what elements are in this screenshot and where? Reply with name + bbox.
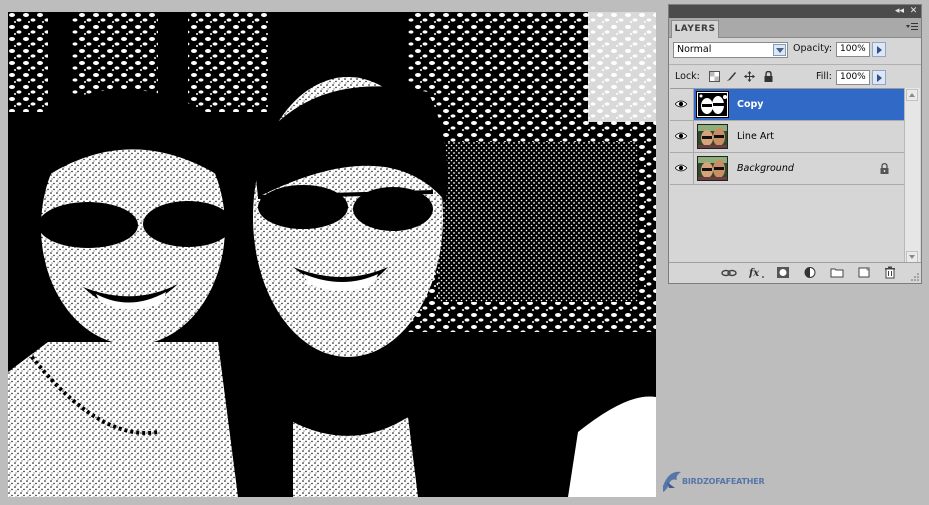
layer-row-background[interactable]: Background [670, 153, 904, 185]
lock-image-pixels-icon[interactable] [726, 71, 737, 82]
collapse-icon[interactable]: ◂◂ [894, 6, 905, 16]
layer-row-line-art[interactable]: Line Art [670, 121, 904, 153]
lock-position-icon[interactable] [744, 71, 755, 82]
layer-thumbnail [697, 156, 728, 181]
panel-tab-row: LAYERS [669, 18, 921, 38]
layers-panel: ◂◂ ✕ LAYERS Normal Opacity: 100% Lock: F… [668, 4, 922, 284]
adjustment-icon[interactable] [803, 266, 817, 279]
watermark: Birdzofafeather [661, 468, 771, 496]
layers-scrollbar[interactable] [904, 88, 920, 264]
bird-logo-icon [663, 471, 681, 492]
layer-name: Line Art [737, 131, 774, 142]
visibility-toggle[interactable] [670, 153, 694, 184]
layer-thumbnail [697, 124, 728, 149]
document-canvas[interactable] [8, 12, 656, 497]
opacity-label: Opacity: [793, 43, 833, 54]
eye-icon [675, 164, 687, 172]
layer-thumbnail [696, 91, 729, 118]
scroll-up-button[interactable] [906, 89, 918, 101]
layer-name: Background [737, 163, 794, 174]
blend-mode-value: Normal [677, 44, 712, 55]
tab-layers[interactable]: LAYERS [671, 20, 719, 38]
opacity-slider-button[interactable] [872, 42, 886, 57]
visibility-toggle[interactable] [670, 121, 694, 152]
fx-icon[interactable]: fx [749, 266, 764, 279]
fill-label: Fill: [816, 71, 832, 82]
lock-transparent-pixels-icon[interactable] [709, 71, 720, 82]
panel-footer: fx [669, 262, 921, 283]
lock-all-icon[interactable] [763, 71, 774, 82]
watermark-text: Birdzofafeather [682, 477, 765, 486]
resize-grip-icon[interactable] [911, 273, 919, 281]
mask-icon[interactable] [776, 266, 790, 279]
opacity-input[interactable]: 100% [836, 42, 870, 57]
svg-text:fx: fx [749, 268, 760, 279]
panel-title-bar: ◂◂ ✕ [669, 5, 921, 18]
layer-name: Copy [737, 99, 764, 110]
panel-menu-icon[interactable] [906, 22, 918, 32]
blend-mode-select[interactable]: Normal [673, 42, 788, 58]
visibility-toggle[interactable] [670, 89, 694, 120]
line-art-image [8, 12, 656, 497]
lock-icon [880, 163, 889, 174]
fill-slider-button[interactable] [872, 70, 886, 85]
fill-input[interactable]: 100% [836, 70, 870, 85]
lock-label: Lock: [675, 71, 700, 82]
chevron-down-icon[interactable] [773, 44, 786, 56]
close-icon[interactable]: ✕ [908, 6, 919, 16]
folder-icon[interactable] [830, 266, 844, 279]
layers-list: Copy Line Art Background [670, 88, 904, 265]
layer-row-copy[interactable]: Copy [670, 89, 904, 121]
eye-icon [675, 100, 687, 108]
new-layer-icon[interactable] [857, 266, 871, 279]
trash-icon[interactable] [883, 266, 897, 279]
eye-icon [675, 132, 687, 140]
link-icon[interactable] [721, 266, 737, 279]
